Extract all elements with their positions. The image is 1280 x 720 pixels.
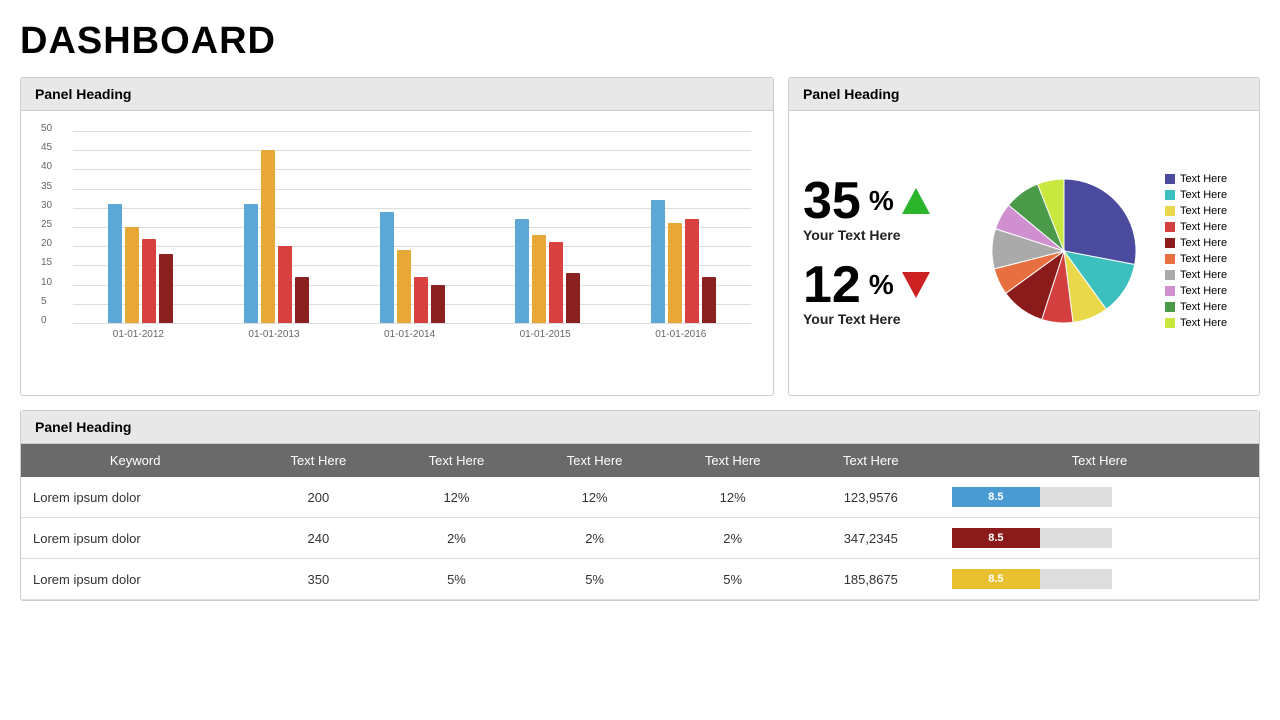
table-row: Lorem ipsum dolor2402%2%2%347,2345 8.5 bbox=[21, 518, 1259, 559]
legend-color-dot bbox=[1165, 174, 1175, 184]
legend-label: Text Here bbox=[1180, 189, 1227, 201]
table-cell: 5% bbox=[526, 559, 664, 600]
table-progress-cell: 8.5 bbox=[940, 477, 1259, 518]
legend-label: Text Here bbox=[1180, 173, 1227, 185]
stats-col: 35% Your Text Here 12% Your Text Here bbox=[803, 175, 963, 327]
stat2-number: 12% bbox=[803, 259, 963, 311]
progress-bar-container: 8.5 bbox=[952, 528, 1112, 548]
stat1-number: 35% bbox=[803, 175, 963, 227]
top-panels-row: Panel Heading 5045403530252015105001-01-… bbox=[20, 77, 1260, 396]
legend-label: Text Here bbox=[1180, 205, 1227, 217]
pie-legend: Text Here Text Here Text Here Text Here Text… bbox=[1165, 173, 1245, 329]
table-cell: 347,2345 bbox=[802, 518, 940, 559]
legend-color-dot bbox=[1165, 318, 1175, 328]
legend-item: Text Here bbox=[1165, 205, 1245, 217]
stat2-pct: % bbox=[869, 271, 894, 299]
table-cell: 2% bbox=[664, 518, 802, 559]
stat2-block: 12% Your Text Here bbox=[803, 259, 963, 327]
table-cell: 185,8675 bbox=[802, 559, 940, 600]
legend-color-dot bbox=[1165, 238, 1175, 248]
legend-label: Text Here bbox=[1180, 221, 1227, 233]
table-column-header: Text Here bbox=[526, 444, 664, 477]
legend-color-dot bbox=[1165, 286, 1175, 296]
bar-chart-area: 5045403530252015105001-01-201201-01-2013… bbox=[33, 123, 761, 383]
progress-bar-filled: 8.5 bbox=[952, 528, 1040, 548]
table-row: Lorem ipsum dolor3505%5%5%185,8675 8.5 bbox=[21, 559, 1259, 600]
legend-label: Text Here bbox=[1180, 237, 1227, 249]
pie-chart-panel: Panel Heading 35% Your Text Here 12% You… bbox=[788, 77, 1260, 396]
data-table: KeywordText HereText HereText HereText H… bbox=[21, 444, 1259, 600]
stat1-pct: % bbox=[869, 187, 894, 215]
legend-color-dot bbox=[1165, 190, 1175, 200]
stat2-value: 12 bbox=[803, 259, 861, 311]
legend-item: Text Here bbox=[1165, 253, 1245, 265]
table-column-header: Text Here bbox=[664, 444, 802, 477]
progress-bar-empty bbox=[1040, 487, 1112, 507]
legend-color-dot bbox=[1165, 270, 1175, 280]
table-cell: Lorem ipsum dolor bbox=[21, 559, 249, 600]
stat1-arrow-up-icon bbox=[902, 188, 930, 214]
table-cell: 123,9576 bbox=[802, 477, 940, 518]
legend-item: Text Here bbox=[1165, 173, 1245, 185]
legend-item: Text Here bbox=[1165, 221, 1245, 233]
table-column-header: Text Here bbox=[802, 444, 940, 477]
table-panel-body: KeywordText HereText HereText HereText H… bbox=[21, 444, 1259, 600]
progress-bar-filled: 8.5 bbox=[952, 569, 1040, 589]
table-cell: 5% bbox=[664, 559, 802, 600]
table-cell: 200 bbox=[249, 477, 387, 518]
table-progress-cell: 8.5 bbox=[940, 559, 1259, 600]
table-row: Lorem ipsum dolor20012%12%12%123,9576 8.… bbox=[21, 477, 1259, 518]
stat1-block: 35% Your Text Here bbox=[803, 175, 963, 243]
legend-item: Text Here bbox=[1165, 301, 1245, 313]
legend-item: Text Here bbox=[1165, 285, 1245, 297]
pie-chart-svg bbox=[984, 171, 1144, 331]
table-cell: 12% bbox=[664, 477, 802, 518]
table-column-header: Text Here bbox=[387, 444, 525, 477]
legend-color-dot bbox=[1165, 302, 1175, 312]
stat2-arrow-down-icon bbox=[902, 272, 930, 298]
legend-item: Text Here bbox=[1165, 269, 1245, 281]
legend-item: Text Here bbox=[1165, 189, 1245, 201]
bar-chart-panel-heading: Panel Heading bbox=[21, 78, 773, 111]
bar-chart-panel-body: 5045403530252015105001-01-201201-01-2013… bbox=[21, 111, 773, 395]
legend-label: Text Here bbox=[1180, 269, 1227, 281]
table-progress-cell: 8.5 bbox=[940, 518, 1259, 559]
table-cell: 5% bbox=[387, 559, 525, 600]
legend-label: Text Here bbox=[1180, 301, 1227, 313]
stat2-label: Your Text Here bbox=[803, 311, 963, 327]
table-cell: Lorem ipsum dolor bbox=[21, 477, 249, 518]
progress-bar-filled: 8.5 bbox=[952, 487, 1040, 507]
progress-bar-container: 8.5 bbox=[952, 569, 1112, 589]
legend-label: Text Here bbox=[1180, 317, 1227, 329]
table-panel-heading: Panel Heading bbox=[21, 411, 1259, 444]
legend-color-dot bbox=[1165, 206, 1175, 216]
table-column-header: Keyword bbox=[21, 444, 249, 477]
stat1-value: 35 bbox=[803, 175, 861, 227]
legend-label: Text Here bbox=[1180, 285, 1227, 297]
table-column-header: Text Here bbox=[940, 444, 1259, 477]
progress-bar-empty bbox=[1040, 569, 1112, 589]
table-cell: Lorem ipsum dolor bbox=[21, 518, 249, 559]
table-cell: 12% bbox=[526, 477, 664, 518]
table-column-header: Text Here bbox=[249, 444, 387, 477]
table-cell: 350 bbox=[249, 559, 387, 600]
legend-color-dot bbox=[1165, 254, 1175, 264]
legend-label: Text Here bbox=[1180, 253, 1227, 265]
table-cell: 2% bbox=[526, 518, 664, 559]
progress-bar-empty bbox=[1040, 528, 1112, 548]
table-cell: 2% bbox=[387, 518, 525, 559]
pie-chart-panel-body: 35% Your Text Here 12% Your Text Here Te… bbox=[789, 111, 1259, 391]
legend-item: Text Here bbox=[1165, 237, 1245, 249]
dashboard-title: DASHBOARD bbox=[20, 20, 1260, 63]
progress-bar-container: 8.5 bbox=[952, 487, 1112, 507]
legend-item: Text Here bbox=[1165, 317, 1245, 329]
table-cell: 240 bbox=[249, 518, 387, 559]
table-panel: Panel Heading KeywordText HereText HereT… bbox=[20, 410, 1260, 601]
pie-chart-panel-heading: Panel Heading bbox=[789, 78, 1259, 111]
pie-svg-col bbox=[973, 171, 1155, 331]
bar-chart-panel: Panel Heading 5045403530252015105001-01-… bbox=[20, 77, 774, 396]
legend-color-dot bbox=[1165, 222, 1175, 232]
stat1-label: Your Text Here bbox=[803, 227, 963, 243]
table-cell: 12% bbox=[387, 477, 525, 518]
